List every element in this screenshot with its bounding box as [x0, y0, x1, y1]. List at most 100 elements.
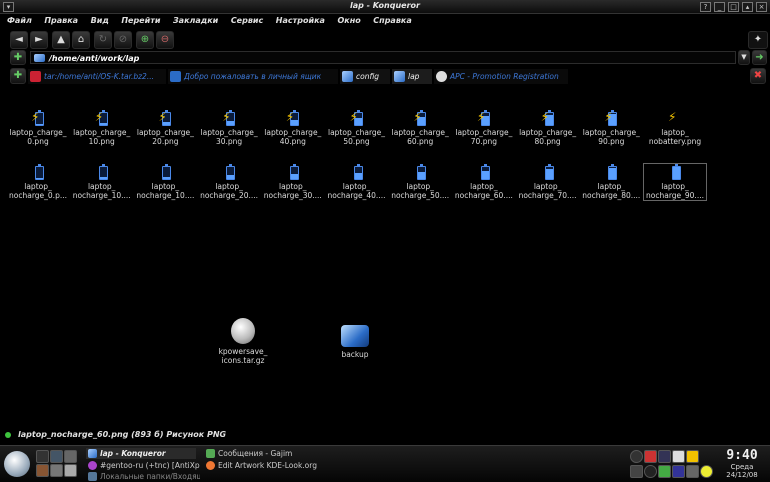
file-name-line: icons.tar.gz — [221, 356, 265, 365]
battery-icon — [31, 164, 45, 180]
file-item[interactable]: ⚡ laptop_charge_ 60.png — [389, 110, 451, 146]
file-item[interactable]: laptop_ nocharge_70.... — [517, 164, 579, 200]
menu-go[interactable]: Перейти — [121, 14, 160, 28]
zoom-in-icon[interactable]: ⊕ — [136, 31, 154, 49]
new-tab-icon[interactable]: ✚ — [10, 68, 26, 84]
file-item[interactable]: ⚡ laptop_ nobattery.png — [644, 110, 706, 146]
file-item[interactable]: laptop_ nocharge_30.... — [262, 164, 324, 200]
camera-icon[interactable] — [644, 465, 657, 478]
file-name-line1: laptop_ — [406, 182, 434, 191]
jabber-icon[interactable] — [658, 465, 671, 478]
up-arrow-icon[interactable]: ▲ — [52, 31, 70, 49]
media-icon[interactable] — [36, 464, 49, 477]
monitor-icon[interactable] — [64, 450, 77, 463]
wifi-icon[interactable] — [686, 465, 699, 478]
shade-button[interactable]: ▴ — [742, 2, 753, 12]
task-label: Локальные папки/Входящи... — [100, 472, 200, 481]
zoom-out-icon[interactable]: ⊖ — [156, 31, 174, 49]
menu-tools[interactable]: Сервис — [231, 14, 263, 28]
task-gajim[interactable]: Сообщения - Gajim — [204, 448, 314, 459]
file-item[interactable]: laptop_ nocharge_20.... — [198, 164, 260, 200]
file-item[interactable]: laptop_ nocharge_10.... — [71, 164, 133, 200]
file-name-line2: nocharge_40.... — [327, 191, 386, 200]
go-button[interactable]: ➜ — [752, 50, 767, 65]
task-irc[interactable]: #gentoo-ru (+tnc) [AntiXpuc: !!! — [86, 460, 200, 471]
close-tab-icon[interactable]: ✖ — [750, 68, 766, 84]
folder-item[interactable]: backup — [324, 325, 386, 359]
kmenu-icon[interactable] — [4, 451, 30, 477]
tab-archive[interactable]: tar:/home/anti/OS-K.tar.bz2... — [28, 69, 166, 84]
status-indicator-icon — [5, 432, 11, 438]
power-icon[interactable] — [686, 450, 699, 463]
minimize-button[interactable]: _ — [714, 2, 725, 12]
file-item[interactable]: ⚡ laptop_charge_ 80.png — [517, 110, 579, 146]
file-item[interactable]: ⚡ laptop_charge_ 90.png — [580, 110, 642, 146]
close-button[interactable]: × — [756, 2, 767, 12]
file-name-line1: laptop_charge_ — [9, 128, 67, 137]
file-item[interactable]: laptop_ nocharge_90.... — [643, 163, 707, 201]
menu-view[interactable]: Вид — [91, 14, 109, 28]
file-item[interactable]: laptop_ nocharge_10.... — [134, 164, 196, 200]
menu-bookmarks[interactable]: Закладки — [173, 14, 218, 28]
back-arrow-icon[interactable]: ◄ — [10, 31, 28, 49]
volume-icon[interactable] — [630, 450, 643, 463]
file-item[interactable]: ⚡ laptop_charge_ 10.png — [71, 110, 133, 146]
throbber-icon: ✦ — [748, 31, 768, 49]
window-title: lap - Konqueror — [350, 1, 420, 10]
status-text: laptop_nocharge_60.png (893 б) Рисунок P… — [18, 430, 227, 439]
menu-help[interactable]: Справка — [373, 14, 411, 28]
file-name-line2: nocharge_30.... — [263, 191, 322, 200]
files-icon[interactable] — [64, 464, 77, 477]
language-icon[interactable] — [658, 450, 671, 463]
menu-window[interactable]: Окно — [337, 14, 360, 28]
tab-apc[interactable]: APC - Promotion Registration — [434, 69, 568, 84]
korganizer-icon[interactable] — [630, 465, 643, 478]
tab-mail[interactable]: Добро пожаловать в личный ящик — [168, 69, 338, 84]
file-name-line2: 50.png — [343, 137, 370, 146]
stop-icon[interactable]: ⊘ — [114, 31, 132, 49]
bluetooth-icon[interactable] — [672, 465, 685, 478]
battery-charging-icon: ⚡ — [286, 110, 300, 126]
file-item[interactable]: ⚡ laptop_charge_ 20.png — [134, 110, 196, 146]
home-icon[interactable]: ⌂ — [72, 31, 90, 49]
file-item[interactable]: laptop_ nocharge_60.... — [453, 164, 515, 200]
file-item[interactable]: ⚡ laptop_charge_ 40.png — [262, 110, 324, 146]
file-name-line2: 0.png — [27, 137, 49, 146]
maximize-button[interactable]: □ — [728, 2, 739, 12]
menu-file[interactable]: Файл — [7, 14, 32, 28]
folder-icon — [341, 325, 369, 347]
battery-icon — [413, 164, 427, 180]
task-firefox[interactable]: Edit Artwork KDE-Look.org — [204, 460, 324, 471]
tab-config[interactable]: config — [340, 69, 390, 84]
tab-lap[interactable]: lap — [392, 69, 432, 84]
clock[interactable]: 9:40 Среда 24/12/08 — [714, 448, 770, 479]
file-item[interactable]: laptop_ nocharge_80.... — [580, 164, 642, 200]
clear-location-icon[interactable]: ✚ — [10, 50, 26, 65]
file-item[interactable]: ⚡ laptop_charge_ 0.png — [7, 110, 69, 146]
task-konqueror[interactable]: lap - Konqueror — [86, 448, 196, 459]
network-icon[interactable] — [50, 464, 63, 477]
terminal-icon[interactable] — [50, 450, 63, 463]
task-kmail[interactable]: Локальные папки/Входящи... — [86, 471, 200, 482]
help-button[interactable]: ? — [700, 2, 711, 12]
reload-icon[interactable]: ↻ — [94, 31, 112, 49]
desktop-icon[interactable] — [36, 450, 49, 463]
menu-edit[interactable]: Правка — [44, 14, 78, 28]
file-item[interactable]: kpowersave_ icons.tar.gz — [212, 318, 274, 365]
location-input[interactable]: /home/anti/work/lap — [30, 51, 736, 64]
file-name-line2: nocharge_10.... — [72, 191, 131, 200]
history-dropdown-icon[interactable]: ▼ — [738, 50, 750, 65]
file-item[interactable]: laptop_ nocharge_0.p... — [7, 164, 69, 200]
file-item[interactable]: laptop_ nocharge_50.... — [389, 164, 451, 200]
file-item[interactable]: ⚡ laptop_charge_ 70.png — [453, 110, 515, 146]
bulb-icon[interactable] — [700, 465, 713, 478]
forward-arrow-icon[interactable]: ► — [30, 31, 48, 49]
file-item[interactable]: laptop_ nocharge_40.... — [326, 164, 388, 200]
file-item[interactable]: ⚡ laptop_charge_ 50.png — [326, 110, 388, 146]
mail-icon — [170, 71, 181, 82]
file-name-line1: laptop_ — [342, 182, 371, 191]
clipboard-icon[interactable] — [672, 450, 685, 463]
keyboard-layout-flag-icon[interactable] — [644, 450, 657, 463]
menu-settings[interactable]: Настройка — [276, 14, 325, 28]
file-item[interactable]: ⚡ laptop_charge_ 30.png — [198, 110, 260, 146]
